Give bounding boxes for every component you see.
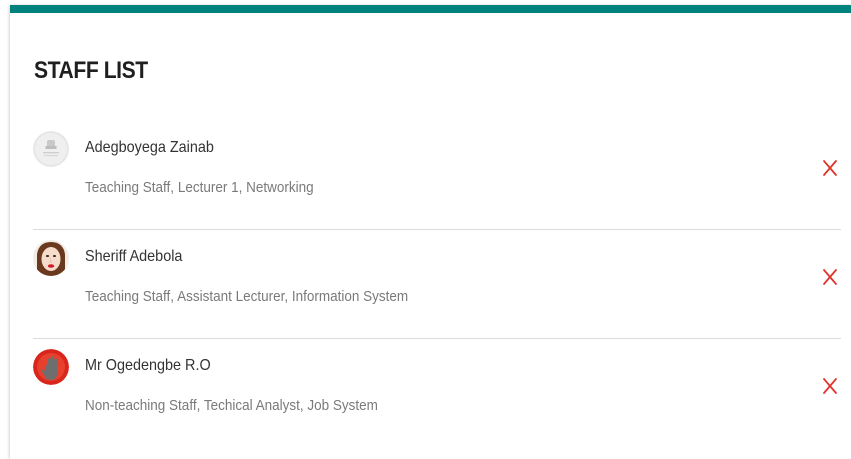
close-x-icon bbox=[823, 269, 837, 285]
list-item: Mr Ogedengbe R.O Non-teaching Staff, Tec… bbox=[33, 339, 841, 447]
list-item: Sheriff Adebola Teaching Staff, Assistan… bbox=[33, 230, 841, 339]
staff-details: Teaching Staff, Lecturer 1, Networking bbox=[85, 179, 314, 196]
portrait-avatar-icon bbox=[33, 240, 69, 276]
staff-list: Adegboyega Zainab Teaching Staff, Lectur… bbox=[33, 121, 841, 447]
remove-staff-button[interactable] bbox=[819, 375, 841, 397]
remove-staff-button[interactable] bbox=[819, 266, 841, 288]
placeholder-avatar-icon bbox=[33, 131, 69, 167]
close-x-icon bbox=[823, 378, 837, 394]
hand-avatar-icon bbox=[33, 349, 69, 385]
staff-details: Non-teaching Staff, Techical Analyst, Jo… bbox=[85, 397, 378, 414]
staff-details: Teaching Staff, Assistant Lecturer, Info… bbox=[85, 288, 409, 305]
staff-list-card: STAFF LIST Adegboyega Zainab Teaching St… bbox=[10, 5, 851, 459]
staff-name: Sheriff Adebola bbox=[85, 248, 183, 265]
list-item: Adegboyega Zainab Teaching Staff, Lectur… bbox=[33, 121, 841, 230]
staff-name: Adegboyega Zainab bbox=[85, 139, 214, 156]
close-x-icon bbox=[823, 160, 837, 176]
page-title: STAFF LIST bbox=[34, 57, 148, 84]
remove-staff-button[interactable] bbox=[819, 157, 841, 179]
staff-name: Mr Ogedengbe R.O bbox=[85, 357, 211, 374]
